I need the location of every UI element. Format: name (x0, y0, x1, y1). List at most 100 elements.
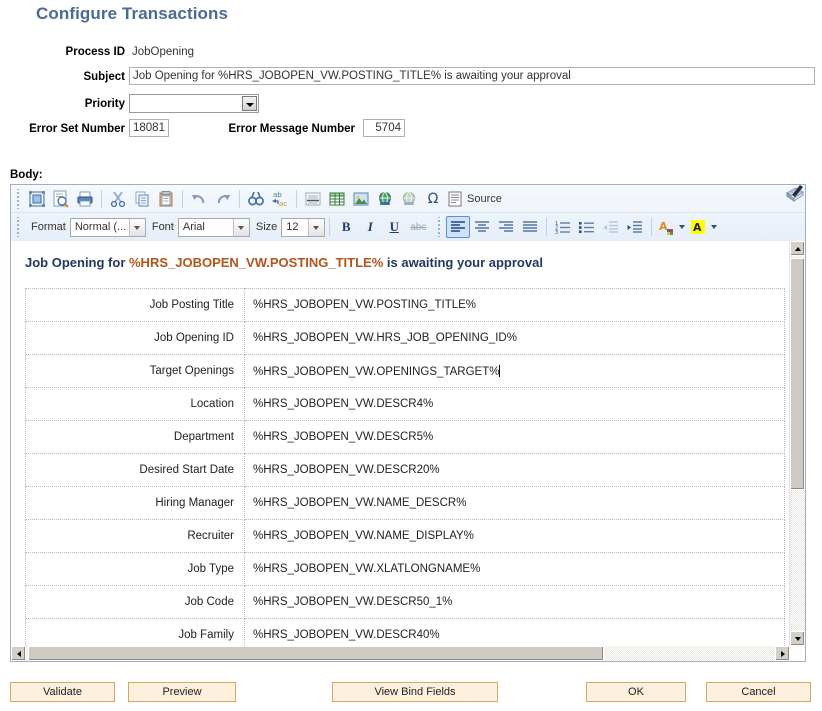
field-label-cell: Job Posting Title (26, 289, 245, 322)
increase-indent-icon[interactable] (623, 216, 647, 238)
decrease-indent-icon[interactable] (599, 216, 623, 238)
align-justify-icon[interactable] (518, 216, 542, 238)
scroll-down-button[interactable] (790, 631, 805, 646)
vertical-scroll-thumb[interactable] (790, 258, 805, 490)
validate-button[interactable]: Validate (10, 682, 115, 702)
table-row: Recruiter%HRS_JOBOPEN_VW.NAME_DISPLAY% (26, 520, 785, 553)
field-value-cell: %HRS_JOBOPEN_VW.DESCR20% (245, 454, 785, 487)
unlink-icon[interactable] (397, 188, 421, 210)
toolbar-grip[interactable] (435, 217, 444, 237)
horizontal-rule-icon[interactable] (301, 188, 325, 210)
subject-input[interactable] (129, 67, 815, 85)
toolbar-row-1: ab ac (11, 185, 805, 212)
toolbar-grip[interactable] (14, 189, 23, 209)
chevron-down-icon[interactable] (233, 219, 249, 236)
editor-content-area[interactable]: Job Opening for %HRS_JOBOPEN_VW.POSTING_… (11, 241, 805, 661)
field-label-cell: Department (26, 421, 245, 454)
scroll-up-button[interactable] (790, 241, 805, 256)
background-color-icon[interactable]: A (688, 216, 708, 238)
templates-icon[interactable] (25, 188, 49, 210)
insert-image-icon[interactable] (349, 188, 373, 210)
background-color-dropdown-icon[interactable] (708, 216, 720, 238)
field-label-cell: Hiring Manager (26, 487, 245, 520)
editor-document-viewport[interactable]: Job Opening for %HRS_JOBOPEN_VW.POSTING_… (11, 241, 790, 646)
undo-icon[interactable] (187, 188, 211, 210)
field-label-cell: Job Family (26, 619, 245, 647)
align-left-icon[interactable] (446, 216, 470, 238)
error-message-number-input[interactable] (363, 119, 405, 137)
rich-text-editor: ab ac (10, 184, 806, 662)
find-icon[interactable] (244, 188, 268, 210)
chevron-down-icon[interactable] (308, 219, 324, 236)
toolbar-separator (182, 190, 183, 208)
scroll-right-button[interactable] (775, 646, 790, 661)
font-select[interactable]: Arial (178, 218, 250, 237)
edit-note-icon[interactable] (784, 183, 806, 205)
page-title: Configure Transactions (36, 4, 228, 24)
process-id-value: JobOpening (132, 46, 194, 58)
document-heading-bind: %HRS_JOBOPEN_VW.POSTING_TITLE% (129, 255, 383, 270)
align-center-icon[interactable] (470, 216, 494, 238)
editor-vertical-scrollbar[interactable] (789, 241, 805, 646)
toolbar-separator (546, 218, 547, 236)
priority-row: Priority (0, 90, 822, 114)
subject-row: Subject (0, 66, 822, 90)
field-label-cell: Job Code (26, 586, 245, 619)
process-id-row: Process ID JobOpening (0, 42, 822, 66)
horizontal-scroll-thumb[interactable] (28, 646, 604, 661)
format-select[interactable]: Normal (... (70, 218, 146, 237)
field-label-cell: Job Opening ID (26, 322, 245, 355)
text-color-icon[interactable]: A (656, 216, 676, 238)
scroll-left-button[interactable] (11, 646, 26, 661)
toolbar-separator (651, 218, 652, 236)
size-label: Size (256, 221, 277, 233)
special-character-icon[interactable]: Ω (421, 188, 445, 210)
editor-document[interactable]: Job Opening for %HRS_JOBOPEN_VW.POSTING_… (11, 241, 790, 646)
editor-horizontal-scrollbar[interactable] (11, 646, 790, 661)
cut-icon[interactable] (106, 188, 130, 210)
redo-icon[interactable] (211, 188, 235, 210)
font-label: Font (152, 221, 174, 233)
chevron-down-icon[interactable] (242, 96, 257, 111)
error-set-number-input[interactable] (129, 119, 169, 137)
table-row: Department%HRS_JOBOPEN_VW.DESCR5% (26, 421, 785, 454)
insert-link-icon[interactable] (373, 188, 397, 210)
print-icon[interactable] (73, 188, 97, 210)
priority-select[interactable] (129, 94, 259, 113)
view-bind-fields-button[interactable]: View Bind Fields (332, 682, 498, 702)
preview-button[interactable]: Preview (128, 682, 236, 702)
table-row: Job Type%HRS_JOBOPEN_VW.XLATLONGNAME% (26, 553, 785, 586)
numbered-list-icon[interactable]: 1 2 3 (551, 216, 575, 238)
chevron-down-icon[interactable] (129, 219, 145, 236)
replace-icon[interactable]: ab ac (268, 188, 292, 210)
preview-icon[interactable] (49, 188, 73, 210)
paste-icon[interactable] (154, 188, 178, 210)
copy-icon[interactable] (130, 188, 154, 210)
body-label: Body: (10, 169, 43, 181)
align-right-icon[interactable] (494, 216, 518, 238)
bulleted-list-icon[interactable] (575, 216, 599, 238)
svg-text:A: A (659, 220, 668, 233)
cancel-button[interactable]: Cancel (706, 682, 811, 702)
italic-icon[interactable]: I (358, 216, 382, 238)
format-label: Format (31, 221, 66, 233)
source-button[interactable]: Source (465, 188, 507, 210)
source-document-icon[interactable] (445, 188, 465, 210)
format-value: Normal (... (71, 221, 129, 233)
size-select[interactable]: 12 (281, 218, 325, 237)
bold-icon[interactable]: B (334, 216, 358, 238)
underline-icon[interactable]: U (382, 216, 406, 238)
toolbar-separator (101, 190, 102, 208)
strikethrough-glyph: abc (410, 222, 426, 233)
process-id-label: Process ID (10, 46, 125, 58)
strikethrough-icon[interactable]: abc (406, 216, 430, 238)
table-row: Job Family%HRS_JOBOPEN_VW.DESCR40% (26, 619, 785, 647)
error-numbers-row: Error Set Number Error Message Number (0, 114, 822, 138)
toolbar-grip[interactable] (14, 217, 23, 237)
ok-button[interactable]: OK (586, 682, 686, 702)
text-color-dropdown-icon[interactable] (676, 216, 688, 238)
field-value-cell: %HRS_JOBOPEN_VW.NAME_DISPLAY% (245, 520, 785, 553)
table-row: Job Opening ID%HRS_JOBOPEN_VW.HRS_JOB_OP… (26, 322, 785, 355)
table-row: Desired Start Date%HRS_JOBOPEN_VW.DESCR2… (26, 454, 785, 487)
insert-table-icon[interactable] (325, 188, 349, 210)
